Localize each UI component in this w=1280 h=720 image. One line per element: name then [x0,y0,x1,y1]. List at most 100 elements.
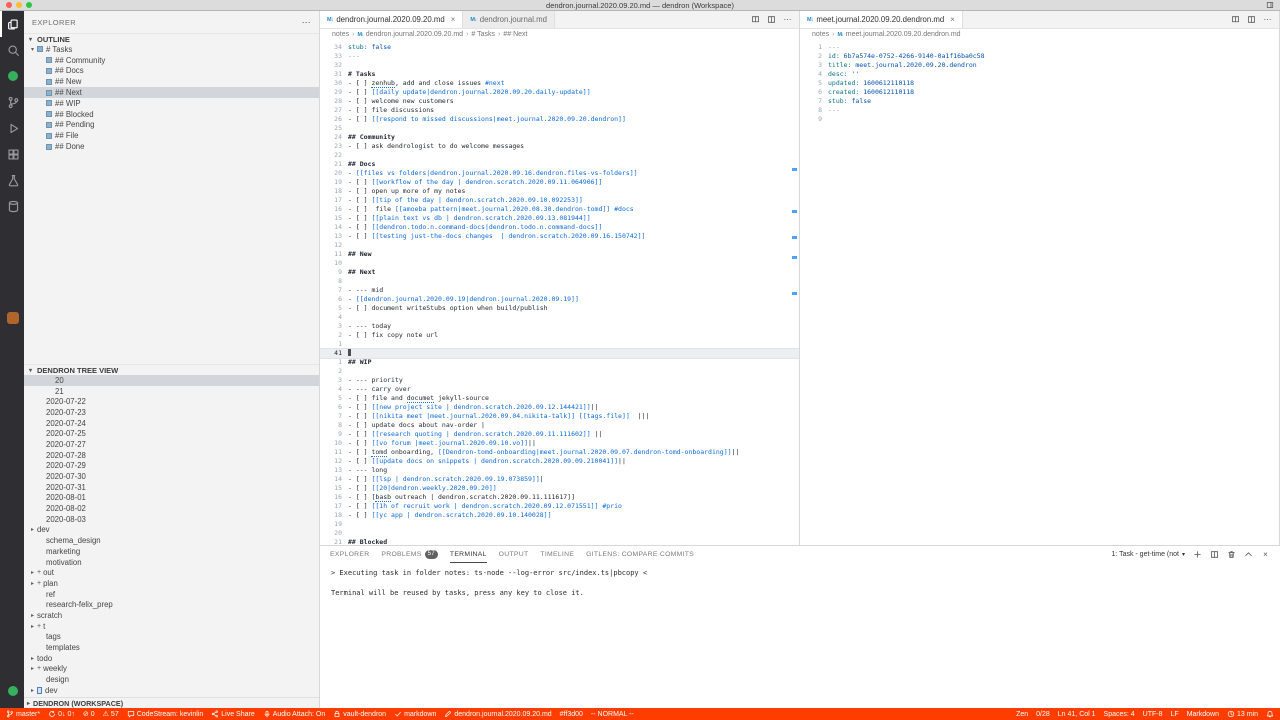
editor-line[interactable]: 7- [ ] [[nikita meet |meet.journal.2020.… [320,412,799,421]
tree-item[interactable]: research-felix_prep [24,599,319,610]
layout-icon[interactable] [1266,1,1274,9]
editor-line[interactable]: 6- [ ] [[new project site | dendron.scra… [320,403,799,412]
outline-item[interactable]: ## New [24,76,319,87]
open-preview-icon[interactable] [751,15,760,24]
status-vim-mode[interactable]: -- NORMAL -- [591,711,634,718]
tree-item[interactable]: ▸ todo [24,653,319,664]
status-current-file[interactable]: dendron.journal.2020.09.20.md [444,710,552,718]
editor-line[interactable]: 18- [ ] [[yc app | dendron.scratch.2020.… [320,511,799,520]
terminal-output[interactable]: > Executing task in folder notes: ts-nod… [320,563,1280,708]
more-actions-icon[interactable]: ⋯ [1263,15,1272,24]
status-problems-errors[interactable]: ⊘ 0 [83,710,95,719]
tree-item[interactable]: ▸ dev [24,685,319,696]
status-audio-attach[interactable]: Audio Attach: On [263,710,325,718]
editor-line[interactable]: 14- [ ] [[lsp | dendron.scratch.2020.09.… [320,475,799,484]
open-preview-icon[interactable] [1231,15,1240,24]
tree-item[interactable]: 2020-07-28 [24,450,319,461]
tree-item[interactable]: 2020-07-24 [24,418,319,429]
editor-line[interactable]: 11- [ ] tomd onboarding, [[Dendron-tomd-… [320,448,799,457]
tree-item[interactable]: ref [24,589,319,600]
editor-line[interactable]: 13- --- long [320,466,799,475]
editor-line[interactable]: 20 [320,529,799,538]
close-tab-icon[interactable]: × [950,15,955,24]
editor-line[interactable]: 18- [ ] open up more of my notes [320,187,799,196]
editor-line[interactable]: 19- [ ] [[workflow of the day | dendron.… [320,178,799,187]
editor-line[interactable]: 33 --- [320,52,799,61]
tab[interactable]: M↓ dendron.journal.md [463,11,555,28]
editor-line[interactable]: 7- --- mid [320,286,799,295]
status-problems-warnings[interactable]: ⚠ 57 [103,710,119,719]
tree-item[interactable]: 2020-08-03 [24,514,319,525]
editor-line[interactable]: 17- [ ] [[tip of the day | dendron.scrat… [320,196,799,205]
tree-item[interactable]: ▸ + out [24,567,319,578]
outline-item[interactable]: ## WIP [24,98,319,109]
panel-tab-terminal[interactable]: TERMINAL [449,546,487,563]
status-indentation[interactable]: Spaces: 4 [1104,711,1135,718]
tree-item[interactable]: 2020-07-30 [24,471,319,482]
kill-terminal-icon[interactable] [1227,550,1236,559]
outline-item[interactable]: ## Next [24,87,319,98]
status-color-hex[interactable]: #ff3d00 [560,711,583,718]
activity-extensions-icon[interactable] [0,141,24,167]
tree-item[interactable]: motivation [24,557,319,568]
breadcrumb-item[interactable]: ## Next [503,31,527,38]
new-terminal-icon[interactable] [1193,550,1202,559]
panel-tab-explorer[interactable]: EXPLORER [330,546,369,563]
editor-line[interactable]: 4- --- carry over [320,385,799,394]
editor-line[interactable]: 34 stub: false [320,43,799,52]
editor-line[interactable]: 16- [ ] file [[amoeba pattern|meet.journ… [320,205,799,214]
editor-line[interactable]: 21 ## Docs [320,160,799,169]
tree-item[interactable]: 21 [24,386,319,397]
editor-line[interactable]: 5- [ ] document writeStubs option when b… [320,304,799,313]
editor-line[interactable]: 9 [800,115,1279,124]
activity-explorer-icon[interactable] [0,11,24,37]
more-actions-icon[interactable]: ⋯ [783,15,792,24]
tree-item[interactable]: 2020-07-31 [24,482,319,493]
editor-line[interactable]: 12- [ ] [[update docs on snippets | dend… [320,457,799,466]
activity-account-icon[interactable] [0,678,24,704]
tree-item[interactable]: templates [24,642,319,653]
status-git-sync[interactable]: 0↓ 0↑ [48,710,75,718]
editor-line[interactable]: 11 ## New [320,250,799,259]
outline-item[interactable]: ## File [24,130,319,141]
editor-line[interactable]: 26- [ ] [[respond to missed discussions|… [320,115,799,124]
editor-line[interactable]: 8- [ ] update docs about nav-order | [320,421,799,430]
split-editor-icon[interactable] [1247,15,1256,24]
tree-item[interactable]: marketing [24,546,319,557]
status-markdown-lint[interactable]: markdown [394,710,436,718]
editor-pane[interactable]: 1 --- 2 id: 6b7a574e-0752-4266-9140-0a1f16b… [800,40,1279,545]
panel-tab-gitlens-compare-commits[interactable]: GITLENS: COMPARE COMMITS [586,546,694,563]
editor-line[interactable]: 14- [ ] [[dendron.todo.n.command-docs|de… [320,223,799,232]
editor-line[interactable]: 2 [320,367,799,376]
editor-line[interactable]: 27- [ ] file discussions [320,106,799,115]
maximize-panel-icon[interactable] [1244,550,1253,559]
editor-line[interactable]: 17- [ ] [[1h of recruit work | dendron.s… [320,502,799,511]
editor-line[interactable]: 25 [320,124,799,133]
tree-item[interactable]: 2020-08-01 [24,493,319,504]
activity-source-control-icon[interactable] [0,89,24,115]
activity-search-icon[interactable] [0,37,24,63]
breadcrumb-item[interactable]: notes [332,31,349,38]
terminal-picker[interactable]: 1: Task - get-time (not ▾ [1111,551,1185,558]
tree-item[interactable]: ▸ + weekly [24,664,319,675]
editor-line[interactable]: 21 ## Blocked [320,538,799,545]
editor-line[interactable]: 5- [ ] file and documet jekyll-source [320,394,799,403]
outline-item[interactable]: ## Blocked [24,109,319,120]
editor-line[interactable]: 5 updated: 1600612110118 [800,79,1279,88]
editor-line[interactable]: 8 --- [800,106,1279,115]
activity-testing-icon[interactable] [0,167,24,193]
activity-codestream-icon[interactable] [0,305,24,331]
tree-item[interactable]: 20 [24,375,319,386]
outline-item[interactable]: ## Docs [24,66,319,77]
status-encoding[interactable]: UTF-8 [1143,711,1163,718]
editor-line[interactable]: 2 id: 6b7a574e-0752-4266-9140-0a1f16ba0c5… [800,52,1279,61]
editor-pane[interactable]: 34 stub: false 33 --- 32 31 # Tasks 30- [ ] zen… [320,40,799,545]
editor-line[interactable]: 3- --- today [320,322,799,331]
editor-line[interactable]: 30- [ ] zenhub, add and close issues #ne… [320,79,799,88]
breadcrumb[interactable]: notes › M↓ meet.journal.2020.09.20.dendron… [800,29,1279,40]
breadcrumb-item[interactable]: # Tasks [471,31,495,38]
editor-line[interactable]: 12 [320,241,799,250]
status-vault[interactable]: vault-dendron [333,710,386,718]
split-editor-icon[interactable] [767,15,776,24]
more-actions-icon[interactable]: ⋯ [302,17,311,28]
